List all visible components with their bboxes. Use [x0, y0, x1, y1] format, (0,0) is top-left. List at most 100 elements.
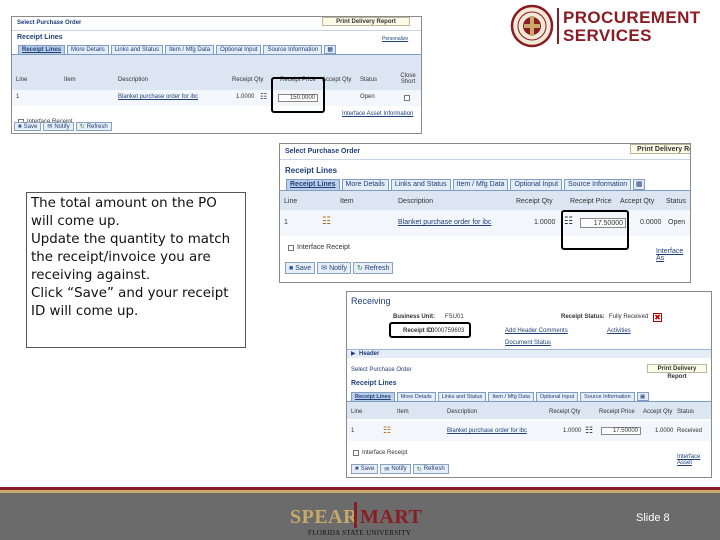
grid-expand-icon-3[interactable]: ▦	[636, 392, 649, 401]
tab-source-information-3[interactable]: Source Information	[580, 392, 635, 401]
col-status-3: Status	[677, 409, 695, 415]
interface-receipt-checkbox-3[interactable]	[353, 450, 359, 456]
tab-item-mfg-data-3[interactable]: Item / Mfg Data	[488, 392, 534, 401]
footer-stripe	[0, 490, 720, 493]
refresh-label-3: Refresh	[423, 466, 445, 472]
receipt-line-row-3: 1 ☷ Blanket purchase order for ibc 1.000…	[347, 421, 711, 441]
row-status-3: Received	[677, 428, 703, 434]
receipt-lines-section-title-2: Receipt Lines	[285, 166, 338, 175]
spearmart-right: MART	[360, 506, 423, 528]
col-accept-qty: Accept Qty	[322, 77, 352, 83]
interface-asset-link-3[interactable]: Interface Asset	[677, 454, 711, 466]
document-status-link[interactable]: Document Status	[505, 340, 551, 346]
receipt-lines-section-title: Receipt Lines	[17, 34, 63, 41]
refresh-button-2[interactable]: ↻ Refresh	[352, 262, 394, 274]
interface-receipt-checkbox-2[interactable]	[288, 245, 294, 251]
tab-optional-input[interactable]: Optional Input	[216, 45, 262, 54]
col-close-short: Close Short	[400, 73, 416, 85]
row-description-3[interactable]: Blanket purchase order for ibc	[447, 428, 527, 434]
col-status: Status	[360, 77, 378, 83]
tab-item-mfg-data-2[interactable]: Item / Mfg Data	[452, 179, 509, 190]
slide-number: Slide 8	[636, 512, 670, 524]
tab-links-and-status-3[interactable]: Links and Status	[437, 392, 487, 401]
tab-source-information-2[interactable]: Source Information	[564, 179, 632, 190]
notify-label-2: Notify	[329, 264, 347, 272]
notify-button-2[interactable]: ✉ Notify	[317, 262, 351, 274]
select-po-title: Select Purchase Order	[17, 20, 82, 26]
price-highlight-2	[561, 210, 629, 250]
save-button[interactable]: ■ Save	[14, 122, 42, 131]
receipt-line-tabs-3: Receipt Lines More Details Links and Sta…	[351, 392, 649, 401]
row-receipt-qty-3: 1.0000	[563, 428, 582, 434]
refresh-label: Refresh	[86, 123, 108, 130]
row-receipt-qty-2: 1.0000	[534, 219, 556, 226]
tab-item-mfg-data[interactable]: Item / Mfg Data	[165, 45, 215, 54]
header-section-bar[interactable]: ▶ Header	[347, 349, 711, 358]
print-delivery-report-button[interactable]: Print Delivery Report	[322, 17, 410, 26]
delete-icon[interactable]: ✖	[653, 313, 662, 322]
interface-receipt-label-2: Interface Receipt	[297, 244, 350, 251]
receipt-id-highlight	[389, 322, 471, 338]
expand-triangle-icon: ▶	[351, 351, 356, 357]
grid-expand-icon-2[interactable]: ▦	[633, 179, 646, 190]
tab-links-and-status[interactable]: Links and Status	[110, 45, 164, 54]
notify-button-3[interactable]: ✉ Notify	[380, 464, 411, 474]
tab-links-and-status-2[interactable]: Links and Status	[390, 179, 451, 190]
add-header-comments-link[interactable]: Add Header Comments	[505, 328, 568, 334]
tab-source-information[interactable]: Source Information	[263, 45, 323, 54]
item-lookup-icon-2[interactable]: ☷	[322, 216, 331, 227]
tab-more-details-3[interactable]: More Details	[396, 392, 436, 401]
close-short-checkbox[interactable]	[404, 95, 410, 101]
interface-asset-link[interactable]: Interface Asset Information	[342, 111, 413, 117]
col-receipt-price-3: Receipt Price	[599, 409, 635, 415]
refresh-icon-2: ↻	[356, 265, 363, 272]
notify-label: Notify	[54, 123, 70, 130]
tab-more-details-2[interactable]: More Details	[341, 179, 389, 190]
col-line-3: Line	[351, 409, 363, 415]
tab-optional-input-2[interactable]: Optional Input	[510, 179, 563, 190]
tab-receipt-lines[interactable]: Receipt Lines	[18, 45, 66, 54]
row-description[interactable]: Blanket purchase order for ibc	[118, 94, 198, 100]
col-line: Line	[16, 77, 28, 83]
tab-optional-input-3[interactable]: Optional Input	[535, 392, 579, 401]
refresh-icon: ↻	[79, 124, 85, 130]
print-delivery-report-button-2[interactable]: Print Delivery Rep	[630, 144, 690, 154]
save-label-2: Save	[295, 264, 312, 272]
receipt-line-tabs-2: Receipt Lines More Details Links and Sta…	[286, 179, 646, 190]
grid-expand-icon[interactable]: ▦	[324, 45, 337, 54]
activities-link[interactable]: Activities	[607, 328, 631, 334]
screenshot-select-po-initial: Select Purchase Order Print Delivery Rep…	[11, 16, 422, 134]
refresh-button-3[interactable]: ↻ Refresh	[412, 464, 449, 474]
col-item-3: Item	[397, 409, 409, 415]
receiving-title: Receiving	[351, 296, 391, 306]
save-icon-2: ■	[289, 264, 294, 272]
row-status-2: Open	[668, 219, 686, 226]
calculator-icon[interactable]: ☷	[260, 92, 267, 101]
select-po-title-2: Select Purchase Order	[285, 148, 361, 155]
row-description-2[interactable]: Blanket purchase order for ibc	[398, 219, 491, 226]
save-button-2[interactable]: ■ Save	[285, 262, 316, 274]
receipt-price-input-3[interactable]: 17.50000	[601, 427, 641, 435]
calculator-icon-3[interactable]: ☷	[585, 425, 593, 436]
notify-icon-2: ✉	[321, 265, 328, 272]
item-lookup-icon-3[interactable]: ☷	[383, 425, 391, 436]
save-button-3[interactable]: ■ Save	[351, 464, 379, 474]
refresh-button[interactable]: ↻ Refresh	[75, 122, 112, 131]
tab-receipt-lines-2[interactable]: Receipt Lines	[286, 179, 340, 190]
refresh-icon-3: ↻	[416, 466, 422, 473]
divider	[12, 30, 421, 31]
col-receipt-qty: Receipt Qty	[232, 77, 264, 83]
tab-receipt-lines-3[interactable]: Receipt Lines	[351, 392, 395, 401]
interface-asset-link-2[interactable]: Interface As	[656, 248, 690, 262]
print-delivery-report-button-3[interactable]: Print Delivery Report	[647, 364, 707, 380]
notify-button[interactable]: ✉ Notify	[43, 122, 74, 131]
receipt-line-row: 1 Blanket purchase order for ibc 1.0000 …	[12, 90, 421, 106]
notify-icon: ✉	[47, 124, 53, 130]
col-accept-qty-2: Accept Qty	[620, 198, 655, 205]
logo-line2: SERVICES	[563, 26, 652, 45]
tab-more-details[interactable]: More Details	[67, 45, 109, 54]
screenshot-receiving-saved: Receiving Business Unit: FSU01 Receipt S…	[346, 291, 712, 478]
receipt-lines-section-title-3: Receipt Lines	[351, 380, 397, 387]
spearmart-left: SPEAR	[290, 506, 359, 528]
personalize-link[interactable]: Personalize	[382, 36, 408, 42]
